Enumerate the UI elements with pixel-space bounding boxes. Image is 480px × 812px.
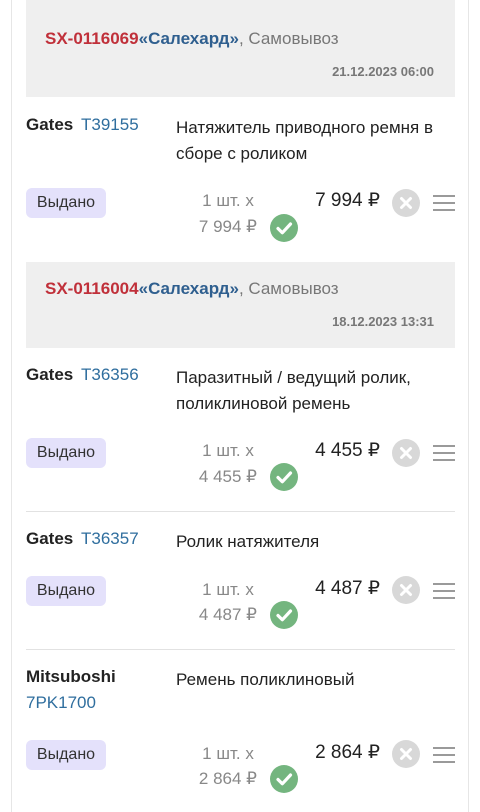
item-article-link[interactable]: T36356	[81, 365, 139, 385]
check-circle-icon	[270, 214, 298, 242]
order-quote-open: «	[138, 29, 149, 48]
item-price: 4 487 ₽	[315, 578, 380, 599]
item-price: 2 864 ₽	[315, 742, 380, 763]
item-brand: Mitsuboshi	[26, 667, 116, 686]
order-shipping: , Самовывоз	[238, 279, 339, 298]
left-border	[11, 0, 12, 812]
item-quantity: 1 шт. х	[202, 191, 254, 210]
check-circle-icon	[270, 463, 298, 491]
order-quote-close: »	[229, 29, 239, 48]
item-divider	[26, 511, 455, 512]
hamburger-menu-icon[interactable]	[433, 583, 455, 599]
item-quantity: 1 шт. х	[202, 441, 254, 460]
item-quantity: 1 шт. х	[202, 744, 254, 763]
check-circle-icon	[270, 601, 298, 629]
item-article-link[interactable]: T36357	[81, 529, 139, 549]
check-circle-icon	[270, 765, 298, 793]
order-item: Gates T39155 Натяжитель приводного ремня…	[26, 115, 455, 245]
item-price: 4 455 ₽	[315, 440, 380, 461]
item-article-link[interactable]: 7PK1700	[26, 693, 96, 713]
order-item: Gates T36357 Ролик натяжителя Выдано 1 ш…	[26, 529, 455, 633]
order-header[interactable]: SX-0116069«Салехард», Самовывоз 21.12.20…	[26, 0, 455, 97]
orders-screen: SX-0116069«Салехард», Самовывоз 21.12.20…	[0, 0, 480, 812]
order-quote-open: «	[138, 279, 149, 298]
item-name: Ремень поликлиновый	[176, 670, 355, 689]
order-city: Салехард	[148, 29, 230, 48]
order-title: SX-0116004«Салехард», Самовывоз	[45, 279, 339, 299]
order-date: 18.12.2023 13:31	[332, 314, 434, 329]
status-badge: Выдано	[26, 438, 106, 468]
order-shipping: , Самовывоз	[238, 29, 339, 48]
order-header[interactable]: SX-0116004«Салехард», Самовывоз 18.12.20…	[26, 262, 455, 348]
order-date: 21.12.2023 06:00	[332, 64, 434, 79]
item-name: Паразитный / ведущий ролик, поликлиновой…	[176, 368, 411, 413]
item-brand: Gates	[26, 529, 74, 548]
order-number[interactable]: SX-0116004	[45, 279, 139, 298]
item-article-link[interactable]: T39155	[81, 115, 139, 135]
item-price: 7 994 ₽	[315, 190, 380, 211]
item-unit-price: 4 455 ₽	[198, 467, 257, 486]
status-badge: Выдано	[26, 740, 106, 770]
item-divider	[26, 649, 455, 650]
close-circle-icon[interactable]	[392, 576, 420, 604]
order-quote-close: »	[229, 279, 239, 298]
order-city: Салехард	[148, 279, 230, 298]
status-badge: Выдано	[26, 576, 106, 606]
order-number[interactable]: SX-0116069	[45, 29, 139, 48]
hamburger-menu-icon[interactable]	[433, 195, 455, 211]
item-unit-price: 7 994 ₽	[198, 217, 257, 236]
item-quantity: 1 шт. х	[202, 580, 254, 599]
close-circle-icon[interactable]	[392, 189, 420, 217]
status-badge: Выдано	[26, 188, 106, 218]
item-name: Ролик натяжителя	[176, 532, 320, 551]
order-item: Mitsuboshi 7PK1700 Ремень поликлиновый В…	[26, 667, 455, 797]
hamburger-menu-icon[interactable]	[433, 445, 455, 461]
right-border	[468, 0, 469, 812]
item-unit-price: 2 864 ₽	[198, 769, 257, 788]
order-item: Gates T36356 Паразитный / ведущий ролик,…	[26, 365, 455, 495]
item-brand: Gates	[26, 365, 74, 384]
item-name: Натяжитель приводного ремня в сборе с ро…	[176, 118, 433, 163]
item-unit-price: 4 487 ₽	[198, 605, 257, 624]
order-title: SX-0116069«Салехард», Самовывоз	[45, 29, 339, 49]
item-brand: Gates	[26, 115, 74, 134]
close-circle-icon[interactable]	[392, 740, 420, 768]
hamburger-menu-icon[interactable]	[433, 747, 455, 763]
close-circle-icon[interactable]	[392, 439, 420, 467]
